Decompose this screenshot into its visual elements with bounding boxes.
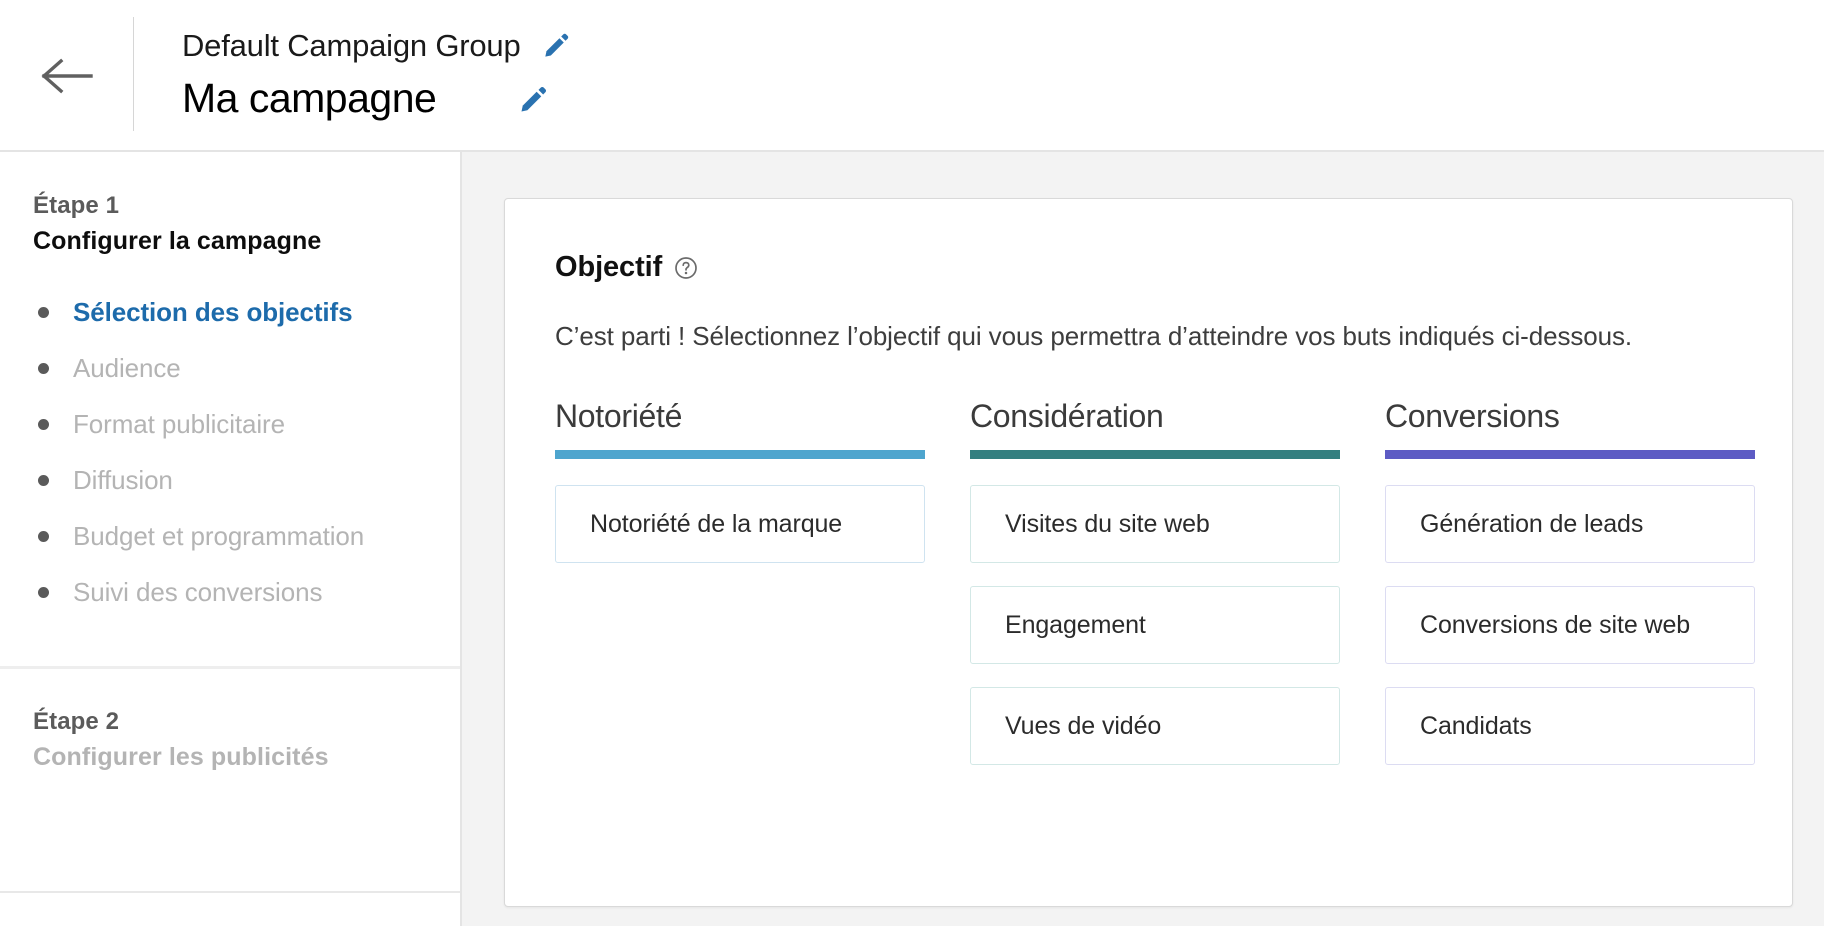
bullet-icon <box>38 586 49 598</box>
objective-option-list: Visites du site web Engagement Vues de v… <box>970 485 1340 765</box>
wizard-sidebar: Étape 1 Configurer la campagne Sélection… <box>0 152 462 926</box>
step-1-title: Configurer la campagne <box>33 227 322 255</box>
objective-option-list: Notoriété de la marque <box>555 485 925 563</box>
sidebar-item-label: Audience <box>73 352 181 383</box>
help-circle-icon[interactable] <box>674 256 698 280</box>
objective-card: Objectif C’est parti ! Sélectionnez l’ob… <box>504 198 1793 907</box>
pencil-icon <box>543 31 571 62</box>
pencil-icon <box>519 84 549 117</box>
objective-option-conversions-de-site-web[interactable]: Conversions de site web <box>1385 586 1755 664</box>
objective-option-candidats[interactable]: Candidats <box>1385 687 1755 765</box>
page-body: Étape 1 Configurer la campagne Sélection… <box>0 152 1824 926</box>
step-2-title: Configurer les publicités <box>33 743 329 771</box>
objective-option-visites-du-site-web[interactable]: Visites du site web <box>970 485 1340 563</box>
sidebar-item-budget-et-programmation[interactable]: Budget et programmation <box>33 508 460 564</box>
sidebar-item-label: Diffusion <box>73 464 173 495</box>
bullet-icon <box>38 530 49 542</box>
sidebar-item-diffusion[interactable]: Diffusion <box>33 452 460 508</box>
sidebar-item-selection-des-objectifs[interactable]: Sélection des objectifs <box>33 284 460 340</box>
campaign-name: Ma campagne <box>182 75 437 121</box>
objective-option-list: Génération de leads Conversions de site … <box>1385 485 1755 765</box>
bullet-icon <box>38 474 49 486</box>
objective-columns: Notoriété Notoriété de la marque Considé… <box>555 394 1792 765</box>
edit-campaign-group-button[interactable] <box>543 32 571 60</box>
page-header: Default Campaign Group Ma campagne <box>0 0 1824 152</box>
objective-column-consideration: Considération Visites du site web Engage… <box>970 394 1340 765</box>
objective-option-vues-de-video[interactable]: Vues de vidéo <box>970 687 1340 765</box>
edit-campaign-name-button[interactable] <box>519 85 549 115</box>
sidebar-item-suivi-des-conversions[interactable]: Suivi des conversions <box>33 564 460 620</box>
sidebar-step-1: Étape 1 Configurer la campagne Sélection… <box>0 152 460 669</box>
column-accent-rule <box>970 450 1340 459</box>
sidebar-item-audience[interactable]: Audience <box>33 340 460 396</box>
objective-option-engagement[interactable]: Engagement <box>970 586 1340 664</box>
objective-column-notoriete: Notoriété Notoriété de la marque <box>555 394 925 765</box>
campaign-setup-page: Default Campaign Group Ma campagne Étape… <box>0 0 1824 926</box>
step-1-label: Étape 1 <box>33 192 120 219</box>
sidebar-item-format-publicitaire[interactable]: Format publicitaire <box>33 396 460 452</box>
campaign-name-row: Ma campagne <box>182 72 571 124</box>
column-title: Considération <box>970 398 1164 434</box>
column-title: Notoriété <box>555 398 683 434</box>
campaign-group-row: Default Campaign Group <box>182 26 571 66</box>
campaign-group-name: Default Campaign Group <box>182 28 521 63</box>
sidebar-item-label: Budget et programmation <box>73 520 365 551</box>
objective-option-generation-de-leads[interactable]: Génération de leads <box>1385 485 1755 563</box>
arrow-left-icon <box>41 58 93 94</box>
objective-description: C’est parti ! Sélectionnez l’objectif qu… <box>555 321 1632 351</box>
sidebar-item-label: Suivi des conversions <box>73 576 323 607</box>
step-1-substep-list: Sélection des objectifs Audience Format … <box>33 284 460 620</box>
objective-option-notoriete-de-la-marque[interactable]: Notoriété de la marque <box>555 485 925 563</box>
back-button[interactable] <box>0 0 133 152</box>
objective-column-conversions: Conversions Génération de leads Conversi… <box>1385 394 1755 765</box>
card-header: Objectif <box>555 251 1792 284</box>
bullet-icon <box>38 362 49 374</box>
page-title: Objectif <box>555 251 663 283</box>
main-content: Objectif C’est parti ! Sélectionnez l’ob… <box>462 152 1824 926</box>
sidebar-item-label: Sélection des objectifs <box>73 296 353 327</box>
sidebar-step-2[interactable]: Étape 2 Configurer les publicités <box>0 669 460 893</box>
column-accent-rule <box>1385 450 1755 459</box>
sidebar-item-label: Format publicitaire <box>73 408 285 439</box>
column-title: Conversions <box>1385 398 1560 434</box>
bullet-icon <box>38 418 49 430</box>
header-titles: Default Campaign Group Ma campagne <box>134 0 571 150</box>
column-accent-rule <box>555 450 925 459</box>
bullet-icon <box>38 306 49 318</box>
step-2-label: Étape 2 <box>33 708 120 735</box>
